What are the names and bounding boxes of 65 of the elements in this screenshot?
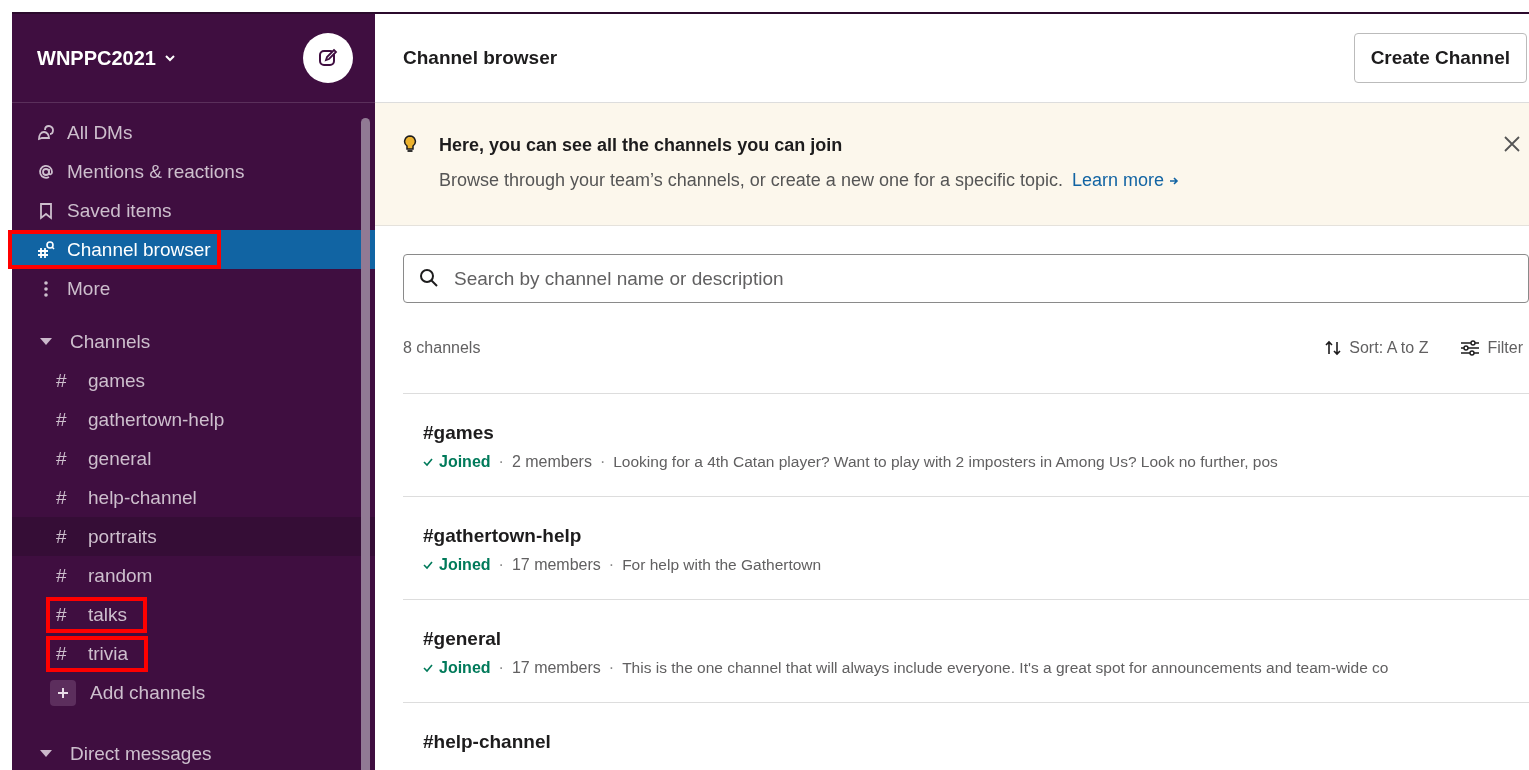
plus-icon xyxy=(50,679,76,706)
channel-item[interactable]: # general xyxy=(12,439,375,478)
learn-more-link[interactable]: Learn more xyxy=(1072,170,1180,190)
channel-result[interactable]: #help-channel xyxy=(403,703,1529,770)
checkmark-icon xyxy=(423,457,433,467)
separator-dot: · xyxy=(498,453,504,471)
separator-dot: · xyxy=(498,659,504,677)
channel-description: This is the one channel that will always include everyone. It's a great spot for announcements and team-wide co xyxy=(622,659,1389,677)
channel-item[interactable]: # help-channel xyxy=(12,478,375,517)
sort-button[interactable]: Sort: A to Z xyxy=(1324,339,1435,357)
direct-messages-section-header[interactable]: Direct messages xyxy=(12,734,375,770)
channel-count: 8 channels xyxy=(403,339,482,357)
pencil-square-icon xyxy=(317,47,339,69)
channel-name: #games xyxy=(423,422,495,444)
channel-result[interactable]: #games Joined · 2 members · Looking for a 4th Catan player? Want to play with 2 imposters in Among Us? Look no further, pos xyxy=(403,394,1529,497)
lightbulb-icon xyxy=(403,135,417,153)
nav-item[interactable]: More xyxy=(12,269,375,308)
page-title: Channel browser xyxy=(403,47,558,69)
channel-name: #general xyxy=(423,628,503,650)
joined-status: Joined xyxy=(423,659,491,677)
member-count: 17 members xyxy=(511,556,601,574)
checkmark-icon xyxy=(423,560,433,570)
chat-bubbles-icon xyxy=(36,122,56,143)
scrollbar[interactable] xyxy=(361,118,370,770)
nav-item[interactable]: Mentions & reactions xyxy=(12,152,375,191)
nav-item[interactable]: Saved items xyxy=(12,191,375,230)
channel-item[interactable]: # random xyxy=(12,556,375,595)
separator-dot: · xyxy=(608,659,615,677)
member-count: 2 members xyxy=(511,453,592,471)
checkmark-icon xyxy=(423,663,433,673)
joined-status: Joined xyxy=(423,453,491,471)
banner-text: Browse through your team’s channels, or create a new one for a specific topic. xyxy=(439,170,1063,190)
channel-item[interactable]: # trivia xyxy=(12,634,375,673)
compose-button[interactable] xyxy=(303,33,353,83)
separator-dot: · xyxy=(599,453,606,471)
banner-title: Here, you can see all the channels you can join xyxy=(439,135,844,156)
member-count: 17 members xyxy=(511,659,601,677)
workspace-menu[interactable]: WNPPC2021 xyxy=(37,46,176,70)
search-field[interactable]: Search by channel name or description xyxy=(403,254,1529,303)
channel-name: #gathertown-help xyxy=(423,525,583,547)
add-channels-item[interactable]: Add channels xyxy=(12,673,375,712)
channel-description: Looking for a 4th Catan player? Want to play with 2 imposters in Among Us? Look no further, pos xyxy=(613,453,1278,471)
nav-item[interactable]: All DMs xyxy=(12,113,375,152)
channel-result[interactable]: #general Joined · 17 members · This is the one channel that will always include everyone. It's a great spot for announcements and team-wide co xyxy=(403,600,1529,703)
channel-result[interactable]: #gathertown-help Joined · 17 members · For help with the Gathertown xyxy=(403,497,1529,600)
channel-item[interactable]: # talks xyxy=(12,595,375,634)
channel-name: #help-channel xyxy=(423,731,552,753)
sliders-icon xyxy=(1460,339,1481,357)
filter-button[interactable]: Filter xyxy=(1460,339,1529,357)
sort-arrows-icon xyxy=(1324,339,1343,357)
channel-description: For help with the Gathertown xyxy=(622,556,822,574)
vertical-dots-icon xyxy=(44,280,48,297)
caret-icon xyxy=(40,337,52,346)
joined-status: Joined xyxy=(423,556,491,574)
arrow-right-icon xyxy=(1169,176,1180,186)
channel-item[interactable]: # gathertown-help xyxy=(12,400,375,439)
separator-dot: · xyxy=(608,556,615,574)
hash-search-icon xyxy=(36,239,56,260)
caret-icon xyxy=(40,749,52,758)
channels-section-header[interactable]: Channels xyxy=(12,322,375,361)
create-channel-button[interactable]: Create Channel xyxy=(1353,33,1527,83)
chevron-down-icon xyxy=(163,54,176,62)
channel-item[interactable]: # games xyxy=(12,361,375,400)
separator-dot: · xyxy=(498,556,504,574)
channel-item[interactable]: # portraits xyxy=(12,517,375,556)
